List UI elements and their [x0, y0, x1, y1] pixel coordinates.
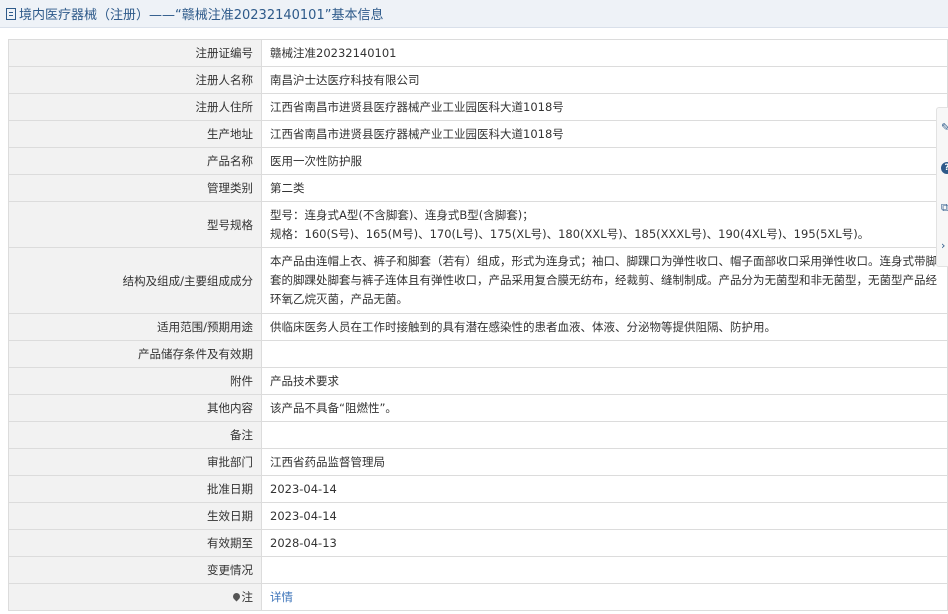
collapse-icon[interactable]: ›	[941, 240, 948, 252]
table-row: 注册证编号 赣械注准20232140101	[8, 39, 948, 67]
row-label: 附件	[8, 367, 262, 395]
row-label: 结构及组成/主要组成成分	[8, 247, 262, 314]
row-label: 生产地址	[8, 120, 262, 148]
table-row: 型号规格 型号：连身式A型(不含脚套)、连身式B型(含脚套)； 规格：160(S…	[8, 201, 948, 248]
row-value	[261, 556, 948, 584]
row-label: 型号规格	[8, 201, 262, 248]
row-label: 其他内容	[8, 394, 262, 422]
row-label: 有效期至	[8, 529, 262, 557]
row-label: 审批部门	[8, 448, 262, 476]
row-value: 该产品不具备“阻燃性”。	[261, 394, 948, 422]
table-row: 有效期至 2028-04-13	[8, 529, 948, 557]
row-value: 产品技术要求	[261, 367, 948, 395]
row-label: 适用范围/预期用途	[8, 313, 262, 341]
table-row: 结构及组成/主要组成成分 本产品由连帽上衣、裤子和脚套（若有）组成，形式为连身式…	[8, 247, 948, 314]
pin-icon	[231, 591, 241, 602]
row-value: 2028-04-13	[261, 529, 948, 557]
table-row: 注 详情	[8, 583, 948, 611]
table-row: 批准日期 2023-04-14	[8, 475, 948, 503]
row-value: 江西省南昌市进贤县医疗器械产业工业园医科大道1018号	[261, 120, 948, 148]
row-value: 江西省南昌市进贤县医疗器械产业工业园医科大道1018号	[261, 93, 948, 121]
row-value: 第二类	[261, 174, 948, 202]
spec-line: 规格：160(S号)、165(M号)、170(L号)、175(XL号)、180(…	[270, 226, 870, 241]
row-label: 批准日期	[8, 475, 262, 503]
row-value: 医用一次性防护服	[261, 147, 948, 175]
row-label: 产品储存条件及有效期	[8, 340, 262, 368]
table-row: 适用范围/预期用途 供临床医务人员在工作时接触到的具有潜在感染性的患者血液、体液…	[8, 313, 948, 341]
table-row: 变更情况	[8, 556, 948, 584]
table-row: 产品储存条件及有效期	[8, 340, 948, 368]
row-label: 生效日期	[8, 502, 262, 530]
row-value: 型号：连身式A型(不含脚套)、连身式B型(含脚套)； 规格：160(S号)、16…	[261, 201, 948, 248]
row-value: 南昌沪士达医疗科技有限公司	[261, 66, 948, 94]
row-value	[261, 340, 948, 368]
detail-link[interactable]: 详情	[270, 590, 293, 604]
table-row: 注册人住所 江西省南昌市进贤县医疗器械产业工业园医科大道1018号	[8, 93, 948, 121]
row-label: 变更情况	[8, 556, 262, 584]
row-value	[261, 421, 948, 449]
table-row: 生效日期 2023-04-14	[8, 502, 948, 530]
help-icon[interactable]: ?	[941, 162, 948, 174]
table-row: 备注	[8, 421, 948, 449]
page-header: 境内医疗器械（注册）——“赣械注准20232140101”基本信息	[0, 0, 948, 28]
row-label: 注册证编号	[8, 39, 262, 67]
document-icon	[6, 7, 16, 20]
table-row: 其他内容 该产品不具备“阻燃性”。	[8, 394, 948, 422]
edit-icon[interactable]: ✎	[941, 122, 948, 134]
row-value: 2023-04-14	[261, 475, 948, 503]
row-value: 赣械注准20232140101	[261, 39, 948, 67]
table-row: 产品名称 医用一次性防护服	[8, 147, 948, 175]
table-row: 注册人名称 南昌沪士达医疗科技有限公司	[8, 66, 948, 94]
row-label: 产品名称	[8, 147, 262, 175]
row-label: 注册人名称	[8, 66, 262, 94]
page-title: 境内医疗器械（注册）——“赣械注准20232140101”基本信息	[19, 8, 384, 23]
table-row: 生产地址 江西省南昌市进贤县医疗器械产业工业园医科大道1018号	[8, 120, 948, 148]
side-toolbar: ✎ ? ⧉ ›	[936, 107, 948, 267]
copy-icon[interactable]: ⧉	[941, 202, 948, 214]
row-value: 供临床医务人员在工作时接触到的具有潜在感染性的患者血液、体液、分泌物等提供阻隔、…	[261, 313, 948, 341]
table-row: 附件 产品技术要求	[8, 367, 948, 395]
row-label: 备注	[8, 421, 262, 449]
table-row: 管理类别 第二类	[8, 174, 948, 202]
row-value: 本产品由连帽上衣、裤子和脚套（若有）组成，形式为连身式；袖口、脚踝口为弹性收口、…	[261, 247, 948, 314]
note-label: 注	[241, 590, 254, 604]
row-label: 管理类别	[8, 174, 262, 202]
row-label-note: 注	[8, 583, 262, 611]
row-value: 2023-04-14	[261, 502, 948, 530]
row-value: 详情	[261, 583, 948, 611]
row-label: 注册人住所	[8, 93, 262, 121]
table-row: 审批部门 江西省药品监督管理局	[8, 448, 948, 476]
row-value: 江西省药品监督管理局	[261, 448, 948, 476]
info-table: 注册证编号 赣械注准20232140101 注册人名称 南昌沪士达医疗科技有限公…	[8, 39, 948, 611]
model-line: 型号：连身式A型(不含脚套)、连身式B型(含脚套)；	[270, 207, 534, 222]
